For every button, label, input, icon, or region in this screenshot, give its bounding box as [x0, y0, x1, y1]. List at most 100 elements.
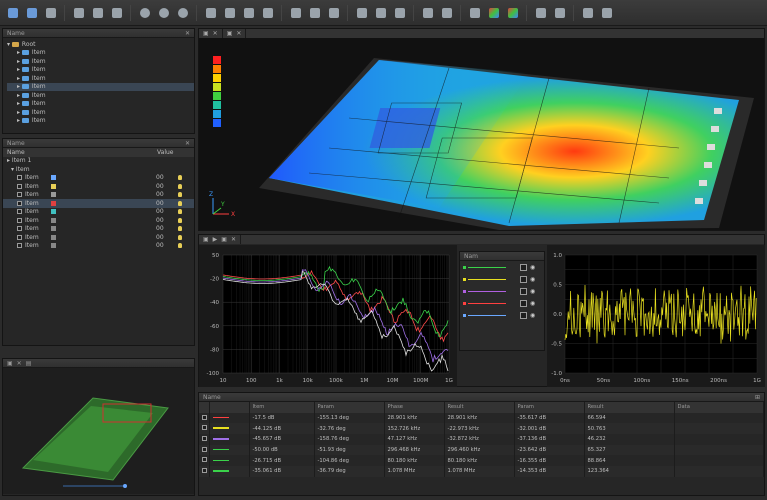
- visibility-checkbox[interactable]: [17, 234, 22, 240]
- layout-icon[interactable]: [353, 4, 370, 21]
- close-icon[interactable]: ✕: [231, 236, 236, 243]
- pin-icon[interactable]: ⊞: [755, 394, 760, 401]
- tab-analysis[interactable]: ▣ ▶ ▣ ✕: [199, 235, 241, 244]
- close-icon[interactable]: ✕: [185, 140, 190, 147]
- eye-icon[interactable]: ◉: [530, 288, 535, 295]
- color-swatch-icon[interactable]: [51, 192, 56, 198]
- layout-split-icon[interactable]: [372, 4, 389, 21]
- row-checkbox[interactable]: [202, 467, 207, 473]
- lightbulb-icon[interactable]: [178, 209, 182, 215]
- lightbulb-icon[interactable]: [178, 234, 182, 240]
- lightbulb-icon[interactable]: [178, 243, 182, 249]
- series-checkbox[interactable]: [520, 311, 527, 319]
- row-checkbox-cell[interactable]: [199, 423, 210, 435]
- refresh-icon[interactable]: [306, 4, 323, 21]
- chip-icon[interactable]: [438, 4, 455, 21]
- row-checkbox-cell[interactable]: [199, 466, 210, 477]
- eye-icon[interactable]: ◉: [530, 300, 535, 307]
- property-row[interactable]: Item 00: [3, 182, 194, 191]
- column-header[interactable]: Result: [444, 402, 515, 413]
- color-swatch-icon[interactable]: [51, 200, 56, 206]
- save-icon[interactable]: [4, 4, 21, 21]
- property-row[interactable]: Item 00: [3, 242, 194, 251]
- zoom-in-icon[interactable]: [136, 4, 153, 21]
- property-row[interactable]: Item 00: [3, 233, 194, 242]
- tree-item[interactable]: ▸ Item: [7, 66, 194, 75]
- legend-row[interactable]: ◉: [460, 261, 544, 273]
- property-row[interactable]: Item 00: [3, 199, 194, 208]
- box-icon[interactable]: [202, 4, 219, 21]
- tree-item[interactable]: ▸ Item: [7, 57, 194, 66]
- layout-icon[interactable]: ▤: [26, 360, 32, 367]
- swap-icon[interactable]: [42, 4, 59, 21]
- lightbulb-icon[interactable]: [178, 175, 182, 181]
- view-icon[interactable]: [325, 4, 342, 21]
- property-row[interactable]: Item 00: [3, 225, 194, 234]
- row-checkbox[interactable]: [202, 446, 207, 452]
- row-checkbox[interactable]: [202, 435, 207, 441]
- column-header[interactable]: Phase: [384, 402, 445, 413]
- zoom-fit-icon[interactable]: [174, 4, 191, 21]
- save-as-icon[interactable]: [23, 4, 40, 21]
- row-checkbox-cell[interactable]: [199, 412, 210, 424]
- visibility-checkbox[interactable]: [17, 226, 22, 232]
- column-header[interactable]: [199, 402, 210, 413]
- tree-item[interactable]: ▸ Item: [7, 100, 194, 109]
- color-swatch-icon[interactable]: [51, 226, 56, 232]
- tree-item[interactable]: ▸ Item: [7, 74, 194, 83]
- color-swatch-icon[interactable]: [51, 243, 56, 249]
- visibility-checkbox[interactable]: [17, 192, 22, 198]
- table-row[interactable]: -50.00 dB -51.93 deg 296.468 kHz 296.460 kH…: [199, 444, 764, 456]
- lightbulb-icon[interactable]: [178, 226, 182, 232]
- row-checkbox[interactable]: [202, 414, 207, 420]
- color-swatch-icon[interactable]: [51, 209, 56, 215]
- legend-row[interactable]: ◉: [460, 297, 544, 309]
- visibility-checkbox[interactable]: [17, 175, 22, 181]
- tree-item[interactable]: ▸ Item: [7, 91, 194, 100]
- tab-view-1[interactable]: ▣ ✕: [199, 29, 223, 38]
- tab-view-2[interactable]: ▣ ✕: [222, 29, 247, 38]
- grid-icon[interactable]: [579, 4, 596, 21]
- lightbulb-icon[interactable]: [178, 192, 182, 198]
- table-row[interactable]: -44.125 dB -32.76 deg 152.726 kHz -22.973 k…: [199, 423, 764, 435]
- close-icon[interactable]: ✕: [213, 30, 218, 37]
- property-row[interactable]: Item 00: [3, 191, 194, 200]
- column-header[interactable]: Param: [314, 402, 385, 413]
- tree-item[interactable]: ▸ Item: [7, 117, 194, 126]
- cube-icon[interactable]: [221, 4, 238, 21]
- column-header[interactable]: [209, 402, 250, 413]
- panel-icon[interactable]: [391, 4, 408, 21]
- color-swatch-icon[interactable]: [51, 175, 56, 181]
- lightbulb-icon[interactable]: [178, 183, 182, 189]
- visibility-checkbox[interactable]: [17, 183, 22, 189]
- visibility-checkbox[interactable]: [17, 217, 22, 223]
- eye-icon[interactable]: ◉: [530, 264, 535, 271]
- row-checkbox-cell[interactable]: [199, 455, 210, 467]
- chart-icon[interactable]: [504, 4, 521, 21]
- column-header[interactable]: Param: [514, 402, 585, 413]
- chart-color-icon[interactable]: [485, 4, 502, 21]
- series-checkbox[interactable]: [520, 263, 527, 271]
- fit-view-icon[interactable]: [259, 4, 276, 21]
- tree-item[interactable]: ▸ Item: [7, 82, 194, 91]
- pcb-heatmap-view[interactable]: Z X Y: [199, 38, 764, 230]
- legend-row[interactable]: ◉: [460, 273, 544, 285]
- series-checkbox[interactable]: [520, 275, 527, 283]
- gear-icon[interactable]: [532, 4, 549, 21]
- oscilloscope-plot[interactable]: 1.0 0.5 0.0 -0.5 -1.0 0ns 50ns 100ns 150ns 200ns…: [547, 245, 765, 387]
- property-row[interactable]: Item 00: [3, 216, 194, 225]
- visibility-checkbox[interactable]: [17, 200, 22, 206]
- grid-large-icon[interactable]: [598, 4, 615, 21]
- column-header[interactable]: Data: [674, 402, 764, 413]
- row-checkbox-cell[interactable]: [199, 444, 210, 456]
- clear-icon[interactable]: [108, 4, 125, 21]
- color-swatch-icon[interactable]: [51, 217, 56, 223]
- tree-item[interactable]: ▸ Item: [7, 108, 194, 117]
- eye-icon[interactable]: ◉: [530, 276, 535, 283]
- column-header-value[interactable]: Value: [157, 149, 173, 156]
- column-header-name[interactable]: Name: [7, 149, 157, 156]
- visibility-checkbox[interactable]: [17, 209, 22, 215]
- play-icon[interactable]: ▶: [213, 236, 218, 243]
- row-checkbox[interactable]: [202, 457, 207, 463]
- close-icon[interactable]: ✕: [236, 30, 241, 37]
